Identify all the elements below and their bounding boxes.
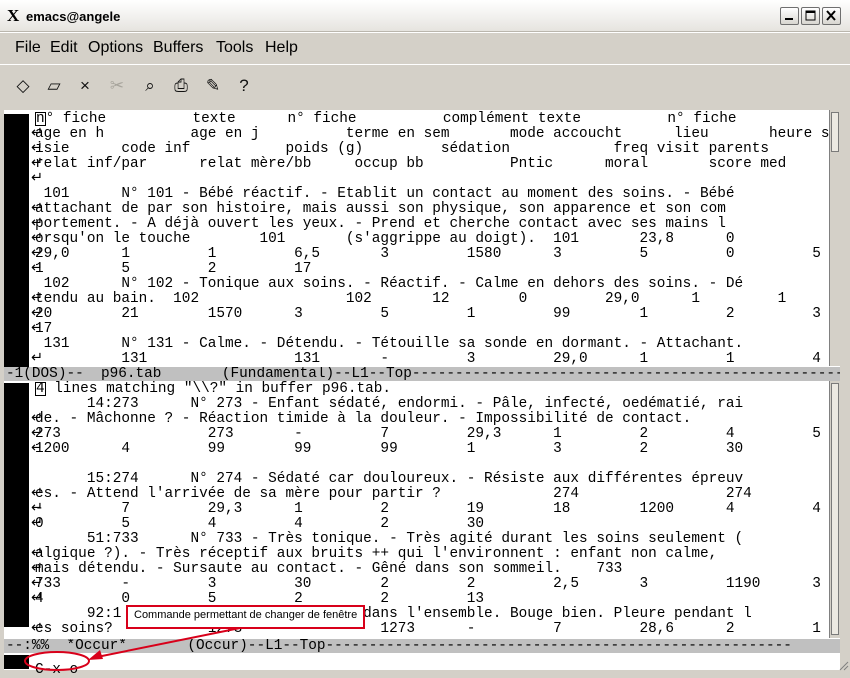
resize-grip-icon[interactable] bbox=[838, 660, 849, 671]
annotation-arrow-head bbox=[88, 650, 103, 660]
annotation-ellipse bbox=[24, 651, 90, 671]
annotation-tooltip: Commande permettant de changer de fenêtr… bbox=[126, 605, 366, 629]
annotation-arrow-line bbox=[91, 624, 256, 659]
annotation-overlay bbox=[24, 624, 256, 671]
